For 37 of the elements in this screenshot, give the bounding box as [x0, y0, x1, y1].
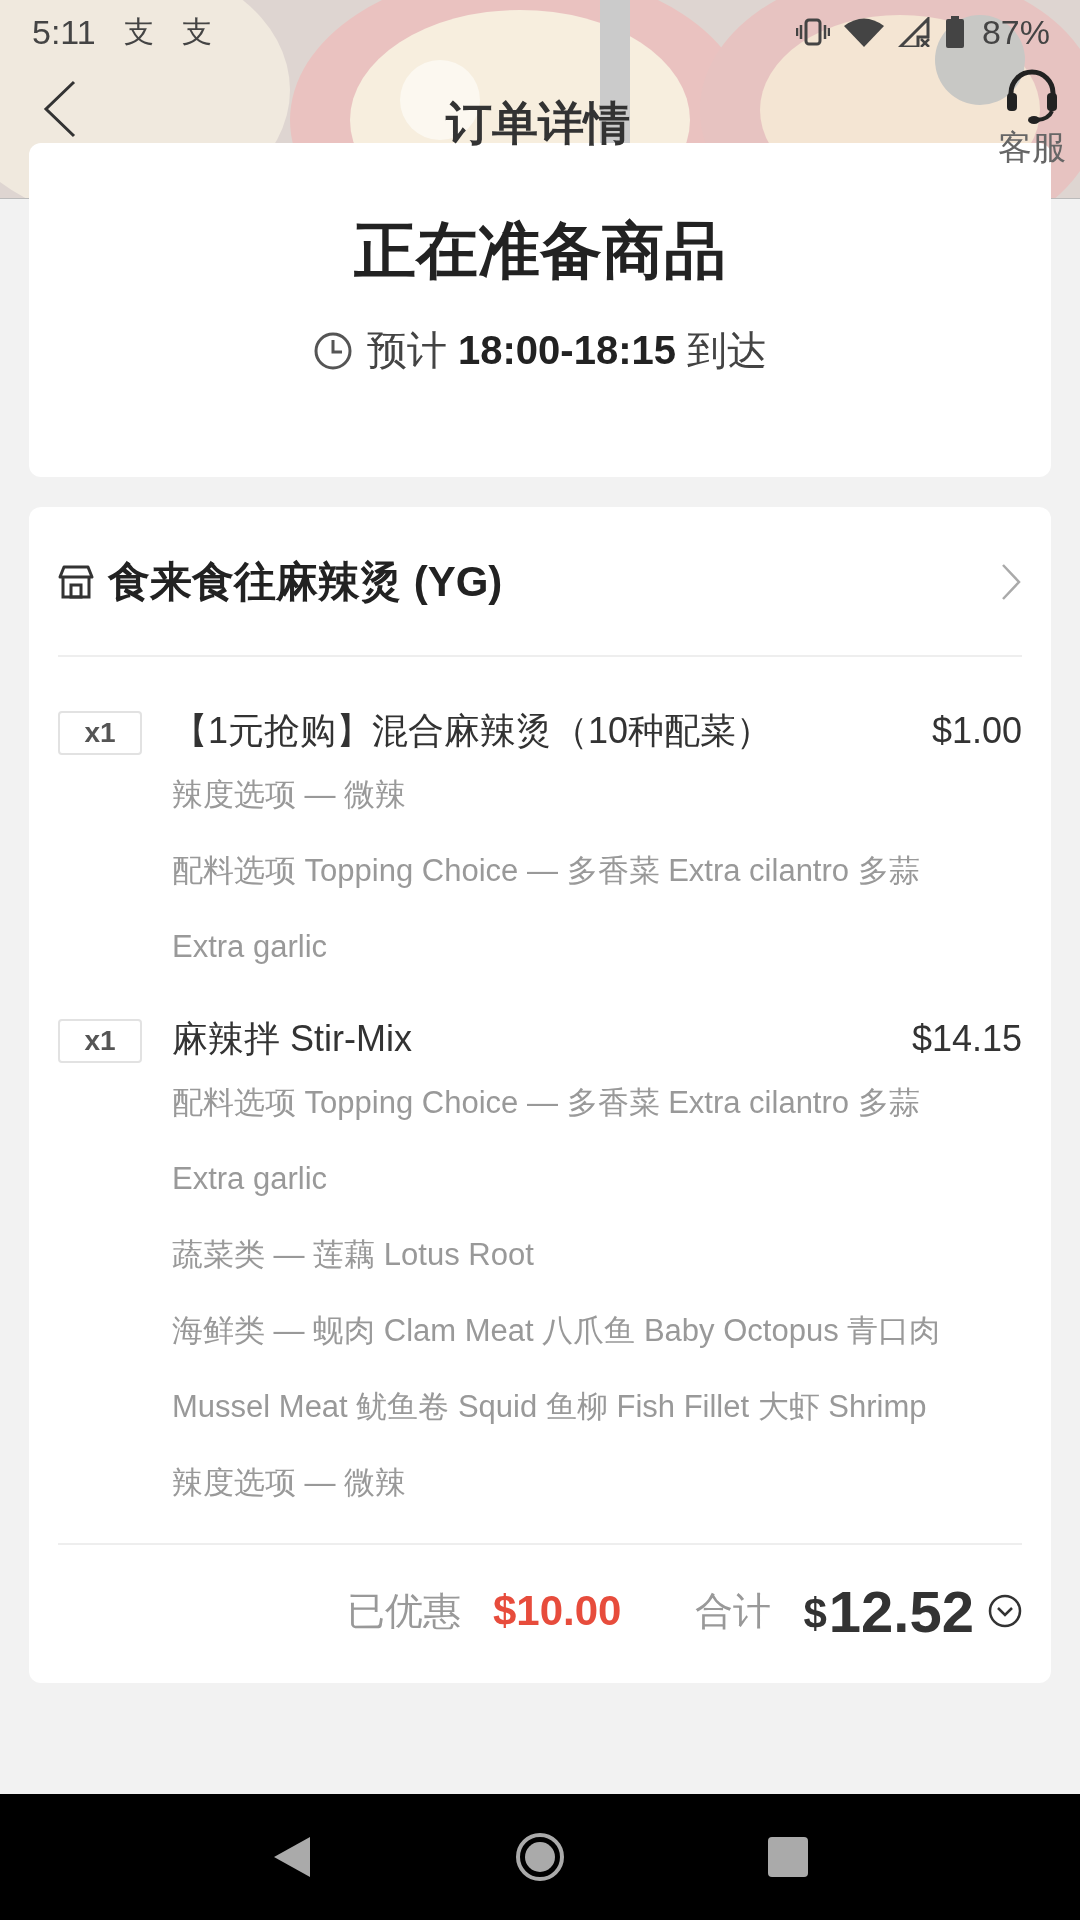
item-price: $1.00 — [931, 710, 1022, 752]
clock-icon — [312, 330, 353, 371]
item-option: 辣度选项 — 微辣 — [172, 1445, 992, 1521]
back-icon[interactable] — [42, 79, 78, 139]
quantity-tag: x1 — [58, 711, 142, 755]
wifi-icon — [843, 17, 884, 47]
currency-sign: $ — [803, 1590, 827, 1638]
expand-icon[interactable] — [988, 1594, 1022, 1628]
arrival-time: 预计 18:00-18:15 到达 — [366, 327, 768, 374]
item-price: $14.15 — [911, 1018, 1022, 1060]
item-name: 【1元抢购】混合麻辣烫（10种配菜） — [172, 708, 773, 753]
item-option: 配料选项 Topping Choice — 多香菜 Extra cilantro 多蒜Extra garlic — [172, 833, 992, 985]
order-status-title: 正在准备商品 — [354, 215, 726, 287]
notification-icon: 支 — [181, 11, 212, 53]
quantity-tag: x1 — [58, 1019, 142, 1063]
customer-service-button[interactable]: 客服 — [998, 67, 1066, 171]
item-name: 麻辣拌 Stir-Mix — [172, 1016, 412, 1061]
discount-label: 已优惠 — [347, 1588, 461, 1634]
recents-icon[interactable] — [768, 1837, 809, 1877]
signal-icon — [897, 17, 932, 47]
notification-icon: 支 — [123, 11, 154, 53]
battery-level: 87% — [981, 12, 1050, 52]
chevron-right-icon — [1000, 562, 1022, 602]
store-row[interactable]: 食来食往麻辣烫 (YG) — [58, 507, 1022, 655]
discount-amount: $10.00 — [493, 1587, 622, 1635]
item-option: 海鲜类 — 蚬肉 Clam Meat 八爪鱼 Baby Octopus 青口肉 Mussel Meat 鱿鱼卷 Squid 鱼柳 Fish Fillet 大虾 Shrimp — [172, 1293, 992, 1445]
status-time: 5:11 — [32, 12, 96, 52]
item-option: 辣度选项 — 微辣 — [172, 757, 992, 833]
total-label: 合计 — [695, 1588, 772, 1634]
total-amount: 12.52 — [828, 1577, 974, 1645]
store-name: 食来食往麻辣烫 (YG) — [108, 557, 503, 607]
item-option: 配料选项 Topping Choice — 多香菜 Extra cilantro 多蒜Extra garlic — [172, 1065, 992, 1217]
vibrate-icon — [795, 17, 830, 47]
shop-icon — [58, 565, 94, 599]
item-option: 蔬菜类 — 莲藕 Lotus Root — [172, 1217, 992, 1293]
home-icon[interactable] — [515, 1832, 565, 1882]
page-title: 订单详情 — [446, 96, 630, 151]
